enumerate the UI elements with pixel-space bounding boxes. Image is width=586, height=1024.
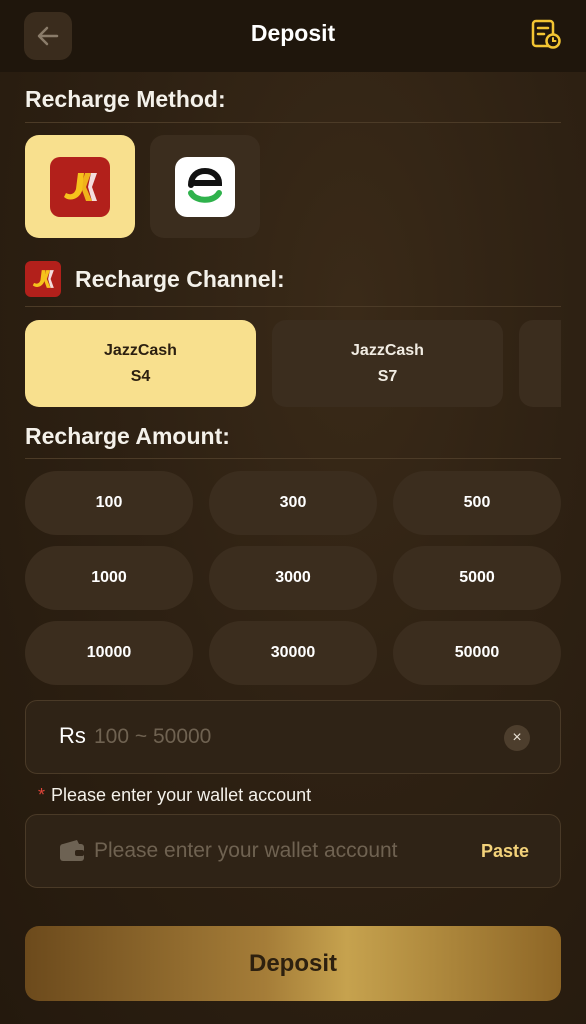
amount-input-box: Rs × [25,700,561,774]
order-history-icon [531,19,561,49]
channel-partial[interactable] [519,320,561,407]
channel-name: JazzCash [351,341,424,359]
channel-jazzcash-s7[interactable]: JazzCash S7 [272,320,503,407]
recharge-method-title: Recharge Method: [25,86,226,112]
jazzcash-small-icon [25,261,61,297]
easypaisa-logo-icon [175,156,235,217]
channel-code: S7 [377,367,398,385]
wallet-icon [60,840,84,861]
clear-button[interactable]: × [504,725,530,751]
channel-code: S4 [130,367,151,385]
amount-option-10000[interactable]: 10000 [25,621,193,685]
wallet-account-label: * Please enter your wallet account [38,785,311,806]
amount-option-50000[interactable]: 50000 [393,621,561,685]
close-icon: × [512,729,522,746]
method-easypaisa[interactable] [150,135,260,238]
wallet-input-box: Paste [25,814,561,888]
amount-option-30000[interactable]: 30000 [209,621,377,685]
deposit-button[interactable]: Deposit [25,926,561,1001]
page-title: Deposit [250,20,336,46]
channel-name: JazzCash [104,341,177,359]
method-jazzcash[interactable] [25,135,135,238]
recharge-amount-title: Recharge Amount: [25,423,230,449]
jazzcash-logo-icon [50,156,110,217]
amount-option-5000[interactable]: 5000 [393,546,561,610]
currency-label: Rs [59,723,86,748]
paste-button[interactable]: Paste [481,841,529,862]
divider [25,458,561,459]
divider [25,306,561,307]
divider [25,122,561,123]
amount-option-300[interactable]: 300 [209,471,377,535]
order-history-button[interactable] [528,16,564,52]
amount-option-1000[interactable]: 1000 [25,546,193,610]
wallet-account-input[interactable] [94,833,464,869]
channel-jazzcash-s4[interactable]: JazzCash S4 [25,320,256,407]
wallet-label-text: Please enter your wallet account [51,785,312,805]
recharge-channel-title: Recharge Channel: [75,266,285,292]
amount-option-500[interactable]: 500 [393,471,561,535]
top-bar: Deposit [0,0,586,72]
required-mark: * [38,785,46,805]
amount-option-100[interactable]: 100 [25,471,193,535]
amount-option-3000[interactable]: 3000 [209,546,377,610]
amount-input[interactable] [94,719,474,755]
